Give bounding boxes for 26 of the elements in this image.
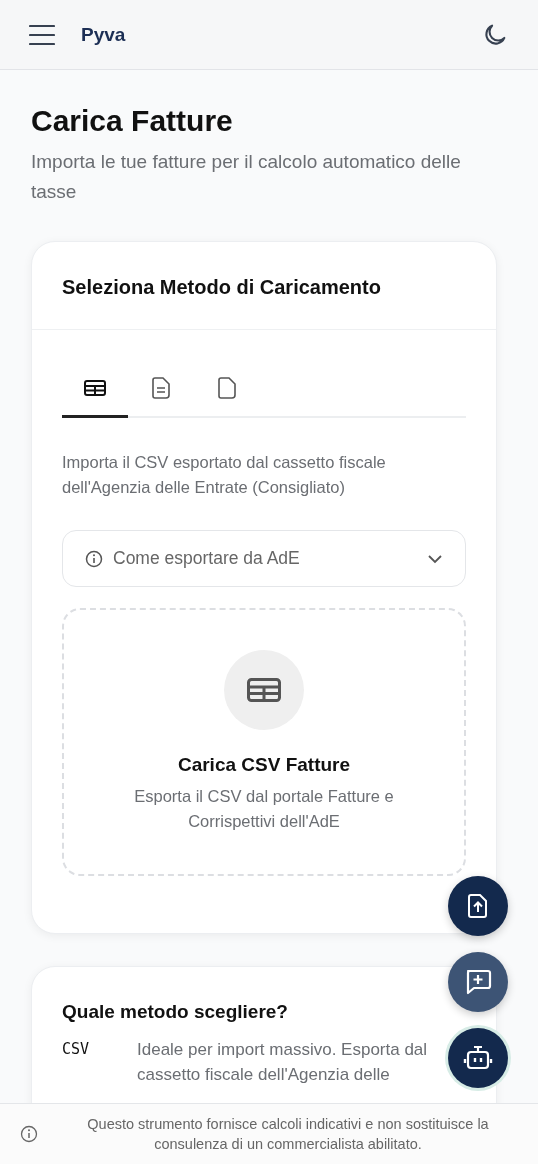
info-icon [85,549,103,568]
file-icon [218,376,236,399]
table-icon [84,379,106,396]
chevron-icon [427,553,443,564]
method-text: Ideale per import massivo. Esporta dal cassetto fiscale dell'Agenzia delle [137,1039,429,1086]
info-icon [20,1125,38,1143]
chat-plus-icon [464,969,492,995]
file-dropzone[interactable]: Carica CSV Fatture Esporta il CSV dal portale Fatture e Corrispettivi dell'AdE [62,608,466,876]
help-dropdown[interactable]: Come esportare da AdE [62,530,466,587]
page-subtitle: Importa le tue fatture per il calcolo automatico delle tasse [31,150,462,204]
robot-icon [463,1045,493,1071]
method-description: Importa il CSV esportato dal cassetto fiscale dell'Agenzia delle Entrate (Consigliato) [62,452,387,498]
method-name: CSV [62,1039,91,1060]
dropzone-text: Esporta il CSV dal portale Fatture e Corrispettivi dell'AdE [133,786,395,832]
card-title: Quale metodo scegliere? [62,1001,289,1023]
assistant-fab[interactable] [448,1028,508,1088]
document-icon [152,376,170,399]
menu-icon[interactable] [29,23,55,46]
page-title: Carica Fatture [31,104,234,138]
logo[interactable]: Pyva [81,23,126,46]
feedback-fab[interactable] [448,952,508,1012]
dropzone-title: Carica CSV Fatture [177,754,351,776]
upload-fab[interactable] [448,876,508,936]
card-title: Seleziona Metodo di Caricamento [62,276,382,299]
disclaimer-text: Questo strumento fornisce calcoli indicativi e non sostituisce la consulenza di un commercialista abilitato. [86,1115,490,1154]
upload-icon [466,893,490,919]
